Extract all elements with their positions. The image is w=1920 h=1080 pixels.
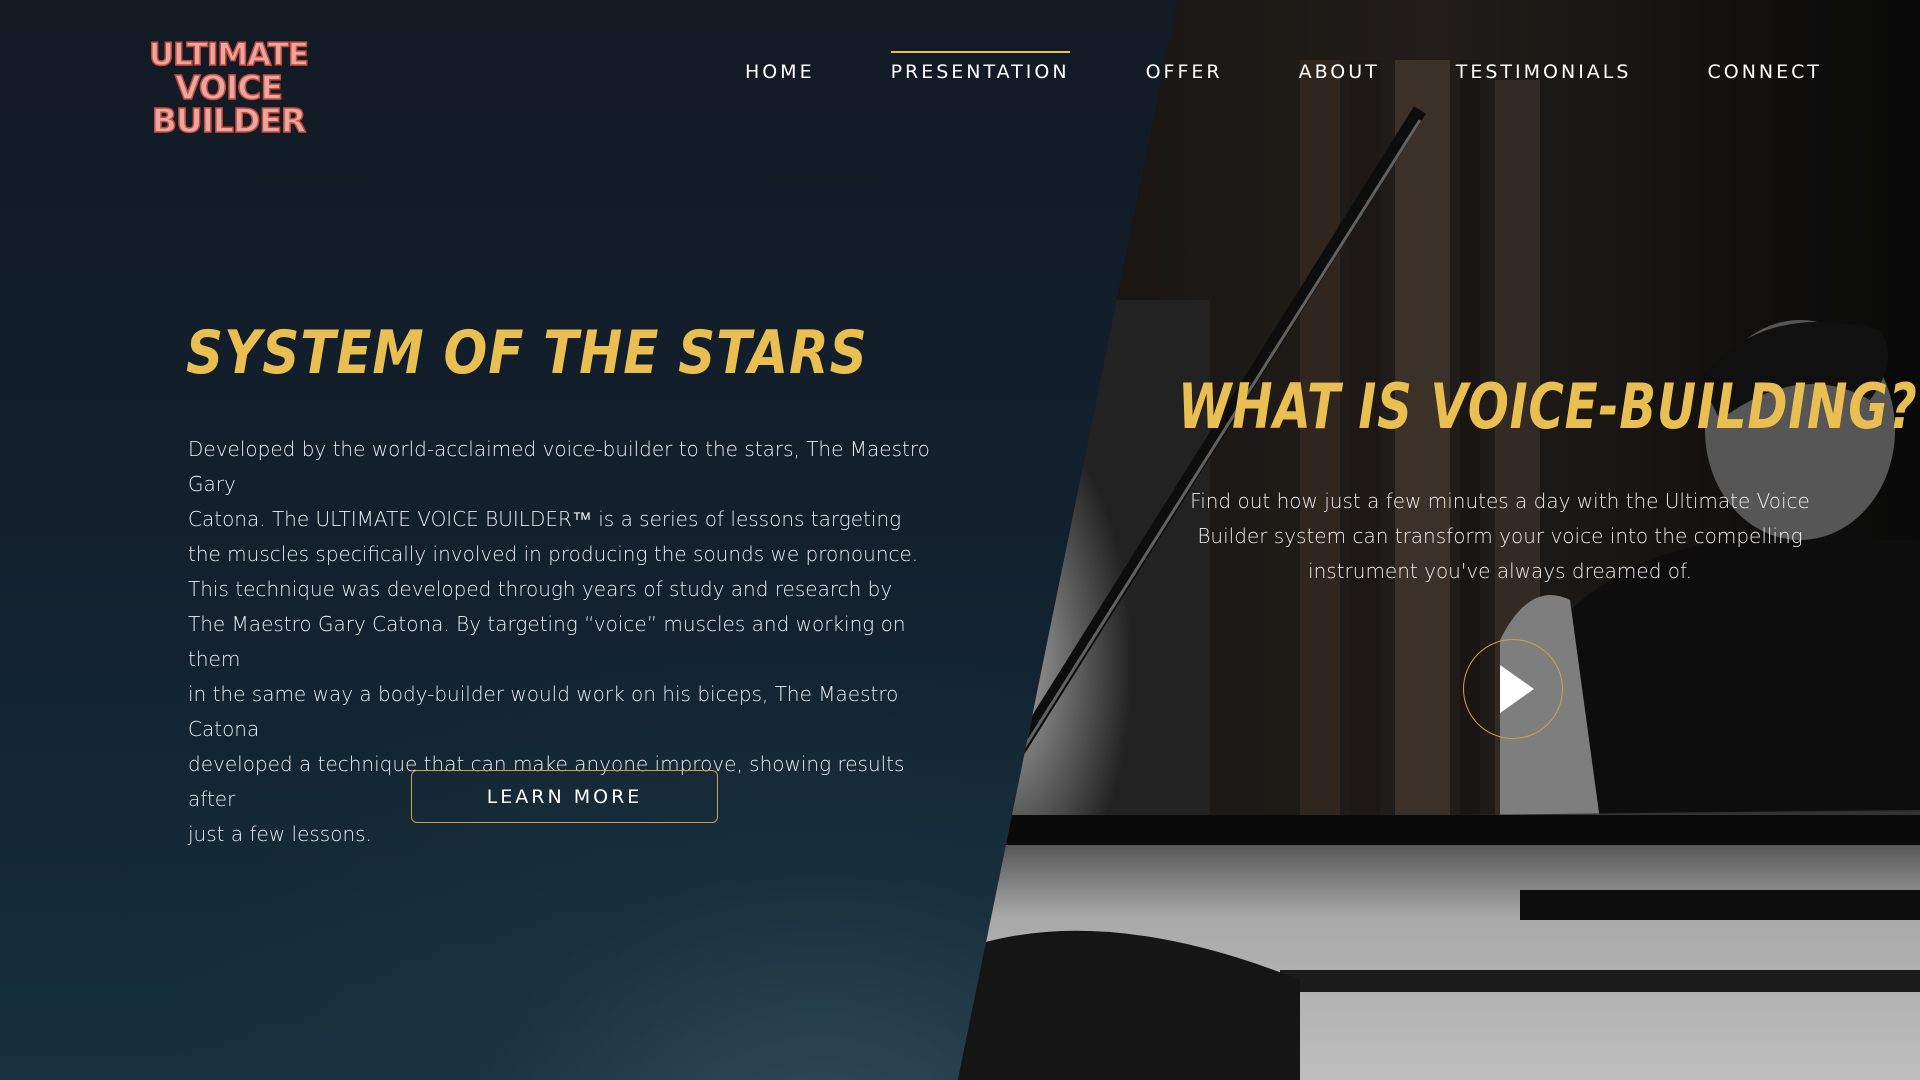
- video-description-line: Find out how just a few minutes a day wi…: [1190, 489, 1810, 513]
- section-title-voice-building: WHAT IS VOICE-BUILDING?: [1178, 370, 1918, 443]
- section-title-system-of-the-stars: SYSTEM OF THE STARS: [186, 318, 868, 388]
- intro-line: The Maestro Gary Catona. By targeting “v…: [188, 612, 906, 671]
- nav-offer[interactable]: OFFER: [1146, 58, 1223, 83]
- nav-home[interactable]: HOME: [745, 58, 815, 83]
- intro-line: This technique was developed through yea…: [188, 577, 893, 601]
- nav-connect[interactable]: CONNECT: [1707, 58, 1822, 83]
- nav-presentation[interactable]: PRESENTATION: [890, 51, 1070, 83]
- main-nav: HOME PRESENTATION OFFER ABOUT TESTIMONIA…: [745, 51, 1822, 83]
- video-description-line: instrument you've always dreamed of.: [1308, 559, 1692, 583]
- learn-more-button[interactable]: LEARN MORE: [411, 770, 718, 823]
- intro-line: the muscles specifically involved in pro…: [188, 542, 919, 566]
- play-icon: [1500, 665, 1534, 713]
- nav-about[interactable]: ABOUT: [1299, 58, 1380, 83]
- intro-line: Developed by the world-acclaimed voice-b…: [188, 437, 930, 496]
- play-video-button[interactable]: [1463, 639, 1563, 739]
- video-description: Find out how just a few minutes a day wi…: [1190, 484, 1810, 589]
- site-logo[interactable]: ULTIMATE VOICE BUILDER: [96, 37, 361, 138]
- logo-line-2: VOICE BUILDER: [151, 68, 307, 140]
- video-description-line: Builder system can transform your voice …: [1197, 524, 1803, 548]
- intro-line: in the same way a body-builder would wor…: [188, 682, 899, 741]
- intro-line: Catona. The ULTIMATE VOICE BUILDER™ is a…: [188, 507, 902, 531]
- logo-line-1: ULTIMATE: [148, 37, 310, 73]
- nav-testimonials[interactable]: TESTIMONIALS: [1456, 58, 1632, 83]
